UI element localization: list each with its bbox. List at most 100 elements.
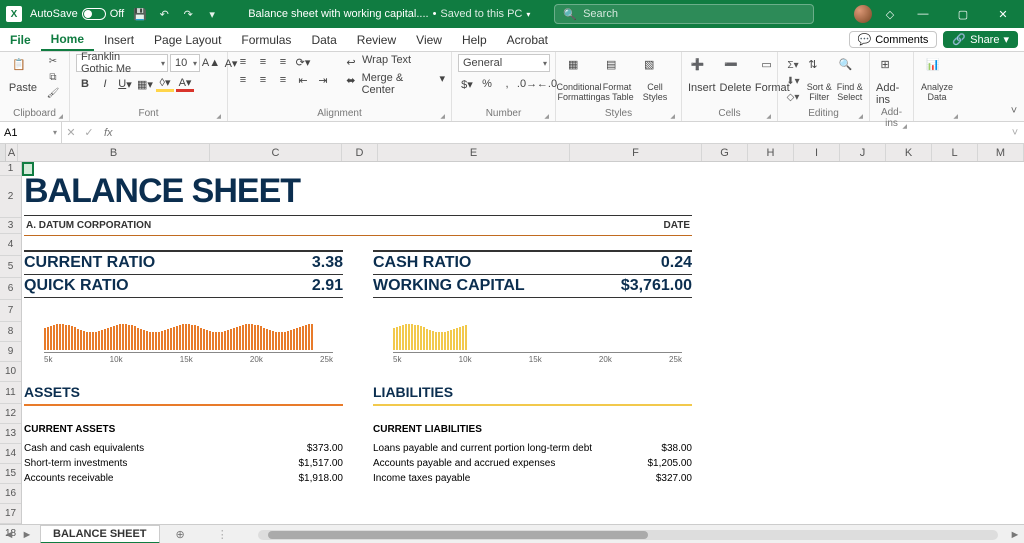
font-color-button[interactable]: A▾ bbox=[176, 76, 194, 92]
row-header[interactable]: 11 bbox=[0, 382, 21, 404]
search-box[interactable]: 🔍 Search bbox=[554, 4, 814, 24]
borders-button[interactable]: ▦▾ bbox=[136, 76, 154, 92]
minimize-button[interactable]: — bbox=[908, 0, 938, 28]
redo-icon[interactable]: ↷ bbox=[180, 6, 196, 22]
prev-sheet-button[interactable]: ◄ bbox=[0, 529, 18, 541]
row-header[interactable]: 15 bbox=[0, 464, 21, 484]
column-header[interactable]: D bbox=[342, 144, 378, 161]
tab-insert[interactable]: Insert bbox=[94, 28, 144, 51]
underline-button[interactable]: U▾ bbox=[116, 76, 134, 92]
insert-cells-button[interactable]: ➕Insert bbox=[688, 54, 716, 94]
row-header[interactable]: 17 bbox=[0, 504, 21, 524]
column-header[interactable]: L bbox=[932, 144, 978, 161]
column-header[interactable]: F bbox=[570, 144, 702, 161]
autosave-toggle[interactable]: AutoSave Off bbox=[30, 8, 124, 20]
column-header[interactable]: K bbox=[886, 144, 932, 161]
row-header[interactable]: 9 bbox=[0, 342, 21, 362]
align-top-icon[interactable]: ≡ bbox=[234, 54, 252, 70]
format-as-table-button[interactable]: ▤Format as Table bbox=[600, 54, 634, 102]
analyze-data-button[interactable]: 📊Analyze Data bbox=[920, 54, 954, 102]
column-header[interactable]: H bbox=[748, 144, 794, 161]
tab-formulas[interactable]: Formulas bbox=[231, 28, 301, 51]
comma-icon[interactable]: , bbox=[498, 76, 516, 92]
add-sheet-button[interactable]: ⊕ bbox=[164, 526, 197, 543]
column-header[interactable]: M bbox=[978, 144, 1024, 161]
row-header[interactable]: 10 bbox=[0, 362, 21, 382]
bold-button[interactable]: B bbox=[76, 76, 94, 92]
decrease-decimal-icon[interactable]: ←.0 bbox=[538, 76, 556, 92]
undo-icon[interactable]: ↶ bbox=[156, 6, 172, 22]
worksheet[interactable]: BALANCE SHEET A. DATUM CORPORATION DATE … bbox=[22, 162, 1024, 524]
align-middle-icon[interactable]: ≡ bbox=[254, 54, 272, 70]
align-center-icon[interactable]: ≡ bbox=[254, 72, 272, 88]
row-header[interactable]: 3 bbox=[0, 218, 21, 234]
scroll-right-button[interactable]: ► bbox=[1006, 529, 1024, 541]
delete-cells-button[interactable]: ➖Delete bbox=[720, 54, 752, 94]
row-header[interactable]: 8 bbox=[0, 322, 21, 342]
wrap-text-button[interactable]: ↩Wrap Text bbox=[342, 54, 445, 70]
qat-dropdown-icon[interactable]: ▾ bbox=[204, 6, 220, 22]
increase-font-icon[interactable]: A▲ bbox=[202, 55, 220, 71]
align-right-icon[interactable]: ≡ bbox=[274, 72, 292, 88]
currency-icon[interactable]: $▾ bbox=[458, 76, 476, 92]
tab-file[interactable]: File bbox=[0, 28, 41, 51]
comments-button[interactable]: 💬 Comments bbox=[849, 31, 938, 48]
tab-page-layout[interactable]: Page Layout bbox=[144, 28, 231, 51]
autosum-icon[interactable]: Σ▾ bbox=[784, 58, 802, 72]
format-painter-icon[interactable]: 🖌 bbox=[44, 86, 62, 100]
paste-button[interactable]: 📋 Paste bbox=[6, 54, 40, 94]
tab-acrobat[interactable]: Acrobat bbox=[497, 28, 558, 51]
orientation-icon[interactable]: ⟳▾ bbox=[294, 54, 312, 70]
collapse-ribbon-button[interactable]: ˅ bbox=[1004, 52, 1024, 121]
row-header[interactable]: 4 bbox=[0, 234, 21, 256]
align-left-icon[interactable]: ≡ bbox=[234, 72, 252, 88]
column-header[interactable]: C bbox=[210, 144, 342, 161]
addins-button[interactable]: ⊞Add-ins bbox=[876, 54, 907, 106]
name-box[interactable]: A1▾ bbox=[0, 122, 62, 143]
increase-indent-icon[interactable]: ⇥ bbox=[314, 72, 332, 88]
column-header[interactable]: A bbox=[6, 144, 18, 161]
merge-center-button[interactable]: ⬌Merge & Center ▾ bbox=[342, 72, 445, 96]
expand-formula-bar-icon[interactable]: ˅ bbox=[1006, 127, 1024, 139]
clear-icon[interactable]: ◇▾ bbox=[784, 90, 802, 104]
fill-icon[interactable]: ⬇▾ bbox=[784, 74, 802, 88]
save-status[interactable]: Saved to this PC bbox=[440, 8, 522, 20]
fill-color-button[interactable]: ◊▾ bbox=[156, 76, 174, 92]
row-header[interactable]: 16 bbox=[0, 484, 21, 504]
fx-icon[interactable]: fx bbox=[98, 127, 119, 139]
row-header[interactable]: 5 bbox=[0, 256, 21, 278]
row-header[interactable]: 13 bbox=[0, 424, 21, 444]
conditional-formatting-button[interactable]: ▦Conditional Formatting bbox=[562, 54, 596, 102]
find-select-button[interactable]: 🔍Find & Select bbox=[837, 54, 864, 102]
row-header[interactable]: 14 bbox=[0, 444, 21, 464]
cut-icon[interactable]: ✂ bbox=[44, 54, 62, 68]
row-header[interactable]: 1 bbox=[0, 162, 21, 176]
decrease-indent-icon[interactable]: ⇤ bbox=[294, 72, 312, 88]
row-header[interactable]: 12 bbox=[0, 404, 21, 424]
percent-icon[interactable]: % bbox=[478, 76, 496, 92]
italic-button[interactable]: I bbox=[96, 76, 114, 92]
row-header[interactable]: 2 bbox=[0, 176, 21, 218]
increase-decimal-icon[interactable]: .0→ bbox=[518, 76, 536, 92]
tab-home[interactable]: Home bbox=[41, 28, 94, 51]
enter-formula-icon[interactable]: ✓ bbox=[80, 126, 98, 139]
sheet-tab-active[interactable]: BALANCE SHEET bbox=[40, 525, 160, 543]
horizontal-scrollbar[interactable] bbox=[258, 530, 998, 540]
tab-data[interactable]: Data bbox=[301, 28, 346, 51]
column-header[interactable]: E bbox=[378, 144, 570, 161]
align-bottom-icon[interactable]: ≡ bbox=[274, 54, 292, 70]
column-header[interactable]: J bbox=[840, 144, 886, 161]
maximize-button[interactable]: ▢ bbox=[948, 0, 978, 28]
coming-soon-icon[interactable]: ◇ bbox=[882, 6, 898, 22]
cancel-formula-icon[interactable]: ✕ bbox=[62, 126, 80, 139]
tab-review[interactable]: Review bbox=[347, 28, 406, 51]
column-header[interactable]: G bbox=[702, 144, 748, 161]
tab-view[interactable]: View bbox=[406, 28, 452, 51]
number-format-combo[interactable]: General bbox=[458, 54, 550, 72]
user-avatar[interactable] bbox=[854, 5, 872, 23]
font-size-combo[interactable]: 10 bbox=[170, 54, 200, 72]
row-header[interactable]: 7 bbox=[0, 300, 21, 322]
share-button[interactable]: 🔗 Share ▾ bbox=[943, 31, 1018, 48]
column-header[interactable]: I bbox=[794, 144, 840, 161]
close-button[interactable]: ✕ bbox=[988, 0, 1018, 28]
